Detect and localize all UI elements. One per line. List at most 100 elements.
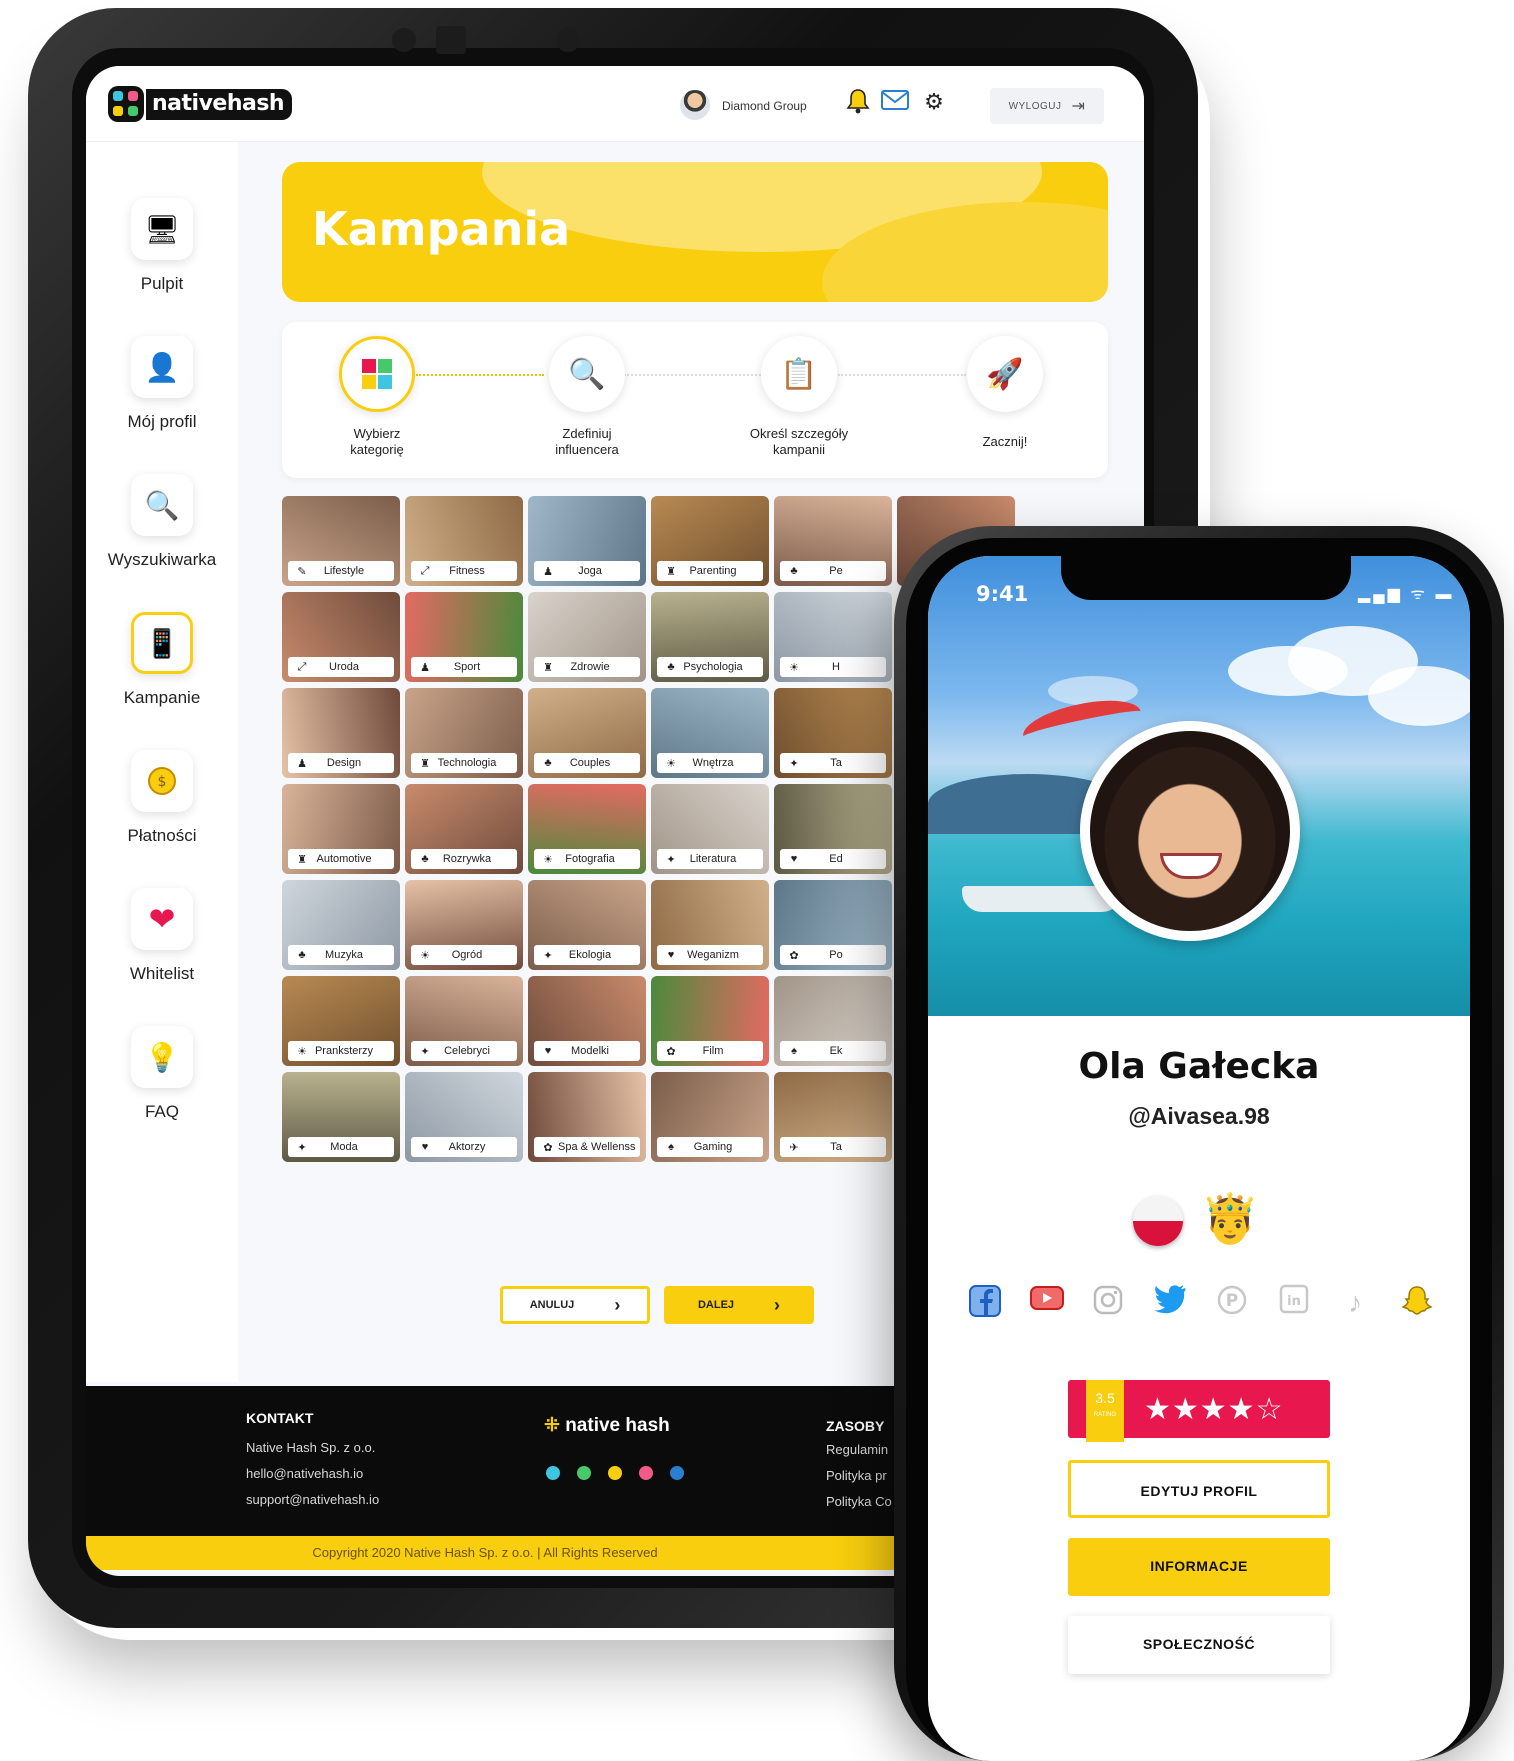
avatar[interactable] (1090, 731, 1290, 931)
gear-icon[interactable]: ⚙ (920, 88, 948, 116)
tiktok-icon[interactable]: ♪ (1336, 1284, 1374, 1322)
step-start[interactable]: 🚀 Zacznij! (920, 336, 1090, 450)
category-tile[interactable]: ☀ Pranksterzy (282, 976, 400, 1066)
sidebar-item-campaigns[interactable]: 📱 Kampanie (86, 612, 238, 708)
category-icon: ✦ (789, 757, 799, 770)
instagram-icon[interactable] (1089, 1284, 1127, 1322)
category-tile[interactable]: ♣ Psychologia (651, 592, 769, 682)
category-tile[interactable]: ♠ Ek (774, 976, 892, 1066)
user-name[interactable]: Diamond Group (722, 99, 807, 113)
category-tile[interactable]: ♜ Automotive (282, 784, 400, 874)
category-name: Ta (830, 757, 842, 769)
next-button[interactable]: DALEJ › (664, 1286, 814, 1324)
footer-logo[interactable]: ⁜ native hash (544, 1414, 670, 1437)
contact-email[interactable]: hello@nativehash.io (246, 1466, 363, 1481)
snapchat-icon[interactable] (1398, 1284, 1436, 1322)
category-name: Moda (330, 1141, 358, 1153)
community-button[interactable]: SPOŁECZNOŚĆ (1068, 1616, 1330, 1674)
facebook-icon[interactable] (546, 1466, 560, 1480)
resources-link[interactable]: Regulamin (826, 1442, 888, 1457)
category-tile[interactable]: ♣ Muzyka (282, 880, 400, 970)
mail-icon[interactable] (880, 88, 909, 116)
category-icon: ☀ (420, 949, 430, 962)
facebook-icon[interactable] (966, 1284, 1004, 1322)
category-icon: ♟ (297, 757, 307, 770)
desktop-icon: 🖥 (131, 198, 193, 260)
category-tile[interactable]: ♜ Zdrowie (528, 592, 646, 682)
nativehash-logo[interactable]: nativehash (108, 86, 293, 122)
pinterest-icon[interactable]: P (1213, 1284, 1251, 1322)
support-email[interactable]: support@nativehash.io (246, 1492, 379, 1507)
category-tile[interactable]: ♣ Pe (774, 496, 892, 586)
category-name: Design (326, 757, 362, 769)
category-tile[interactable]: ✿ Po (774, 880, 892, 970)
category-icon: ♜ (543, 661, 553, 674)
sidebar-item-payments[interactable]: $ Płatności (86, 750, 238, 846)
phone-notch (1061, 556, 1351, 600)
step-choose-category[interactable]: Wybierz kategorię (292, 336, 462, 458)
twitter-icon[interactable] (1151, 1284, 1189, 1322)
logout-button[interactable]: WYLOGUJ ⇥ (990, 88, 1104, 124)
category-tile[interactable]: ♥ Ed (774, 784, 892, 874)
category-tile[interactable]: ☀ Ogród (405, 880, 523, 970)
bell-icon[interactable] (844, 88, 872, 116)
resources-link[interactable]: Polityka pr (826, 1468, 887, 1483)
category-tile[interactable]: ✈ Ta (774, 1072, 892, 1162)
linkedin-icon[interactable]: in (1275, 1284, 1313, 1322)
category-tile[interactable]: ♠ Gaming (651, 1072, 769, 1162)
svg-text:$: $ (158, 774, 167, 790)
category-tile[interactable]: ⤢ Fitness (405, 496, 523, 586)
campaign-icon: 📱 (131, 612, 193, 674)
category-tile[interactable]: ✦ Ekologia (528, 880, 646, 970)
category-label: ⤢ Uroda (288, 657, 394, 677)
sidebar-item-faq[interactable]: 💡 FAQ (86, 1026, 238, 1122)
category-tile[interactable]: ♥ Aktorzy (405, 1072, 523, 1162)
category-tile[interactable]: ♟ Sport (405, 592, 523, 682)
category-tile[interactable]: ✿ Film (651, 976, 769, 1066)
sidebar-item-whitelist[interactable]: ❤ Whitelist (86, 888, 238, 984)
step-label: Określ szczegóły kampanii (749, 426, 849, 457)
instagram-icon[interactable] (608, 1466, 622, 1480)
youtube-icon[interactable] (1028, 1284, 1066, 1322)
category-tile[interactable]: ☀ H (774, 592, 892, 682)
category-tile[interactable]: ✦ Literatura (651, 784, 769, 874)
step-define-influencer[interactable]: 🔍 Zdefiniuj influencera (502, 336, 672, 458)
category-label: ✦ Celebryci (411, 1041, 517, 1061)
sidebar-item-label: Wyszukiwarka (107, 550, 217, 569)
sidebar-item-label: Płatności (127, 826, 197, 845)
info-button[interactable]: INFORMACJE (1068, 1538, 1330, 1596)
category-tile[interactable]: ✦ Moda (282, 1072, 400, 1162)
category-name: Fitness (449, 565, 485, 577)
category-label: ♜ Automotive (288, 849, 394, 869)
step-campaign-details[interactable]: 📋 Określ szczegóły kampanii (714, 336, 884, 458)
category-tile[interactable]: ✦ Ta (774, 688, 892, 778)
phone-screen: 9:41 ▂▄▆ ᯤ ▬ Ola Gałecka @Aivasea.98 🤴 P… (928, 556, 1470, 1761)
category-tile[interactable]: ☀ Wnętrza (651, 688, 769, 778)
cancel-button[interactable]: ANULUJ › (500, 1286, 650, 1324)
category-tile[interactable]: ♥ Weganizm (651, 880, 769, 970)
user-avatar[interactable] (680, 90, 710, 120)
sidebar-item-pulpit[interactable]: 🖥 Pulpit (86, 198, 238, 294)
category-label: ♣ Pe (780, 561, 886, 581)
sidebar-item-profile[interactable]: 👤 Mój profil (86, 336, 238, 432)
coin-icon: $ (131, 750, 193, 812)
category-tile[interactable]: ♜ Technologia (405, 688, 523, 778)
category-tile[interactable]: ☀ Fotografia (528, 784, 646, 874)
category-tile[interactable]: ♟ Design (282, 688, 400, 778)
youtube-icon[interactable] (639, 1466, 653, 1480)
edit-profile-button[interactable]: EDYTUJ PROFIL (1068, 1460, 1330, 1518)
category-tile[interactable]: ✎ Lifestyle (282, 496, 400, 586)
category-tile[interactable]: ✿ Spa & Wellenss (528, 1072, 646, 1162)
twitter-icon[interactable] (577, 1466, 591, 1480)
category-tile[interactable]: ♟ Joga (528, 496, 646, 586)
campaign-banner: Kampania (282, 162, 1108, 302)
sidebar-item-search[interactable]: 🔍 Wyszukiwarka (86, 474, 238, 570)
category-tile[interactable]: ✦ Celebryci (405, 976, 523, 1066)
category-tile[interactable]: ♥ Modelki (528, 976, 646, 1066)
linkedin-icon[interactable] (670, 1466, 684, 1480)
category-tile[interactable]: ♣ Couples (528, 688, 646, 778)
resources-link[interactable]: Polityka Co (826, 1494, 892, 1509)
category-tile[interactable]: ♣ Rozrywka (405, 784, 523, 874)
category-tile[interactable]: ♜ Parenting (651, 496, 769, 586)
category-tile[interactable]: ⤢ Uroda (282, 592, 400, 682)
